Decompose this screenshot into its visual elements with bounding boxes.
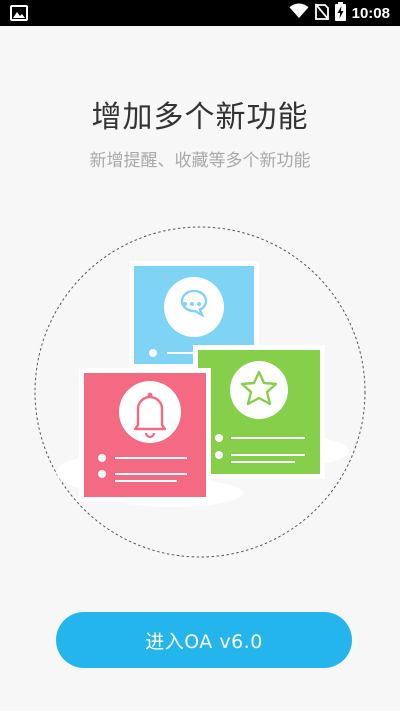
- enter-oa-button[interactable]: 进入OA v6.0: [56, 612, 352, 668]
- feature-illustration: [33, 225, 367, 559]
- bell-card: [79, 368, 211, 502]
- battery-charging-icon: [334, 1, 346, 25]
- star-card: [193, 345, 325, 479]
- page-subtitle: 新增提醒、收藏等多个新功能: [89, 151, 311, 171]
- star-icon: [230, 361, 288, 419]
- status-bar: 10:08: [0, 0, 400, 26]
- page-title: 增加多个新功能: [91, 100, 309, 135]
- status-icons: 10:08: [289, 1, 390, 25]
- status-time: 10:08: [351, 4, 390, 22]
- no-sim-icon: [314, 2, 329, 24]
- chat-bubble-icon: [164, 277, 224, 337]
- bell-icon: [119, 381, 181, 443]
- wifi-icon: [289, 3, 309, 23]
- image-icon: [10, 5, 28, 21]
